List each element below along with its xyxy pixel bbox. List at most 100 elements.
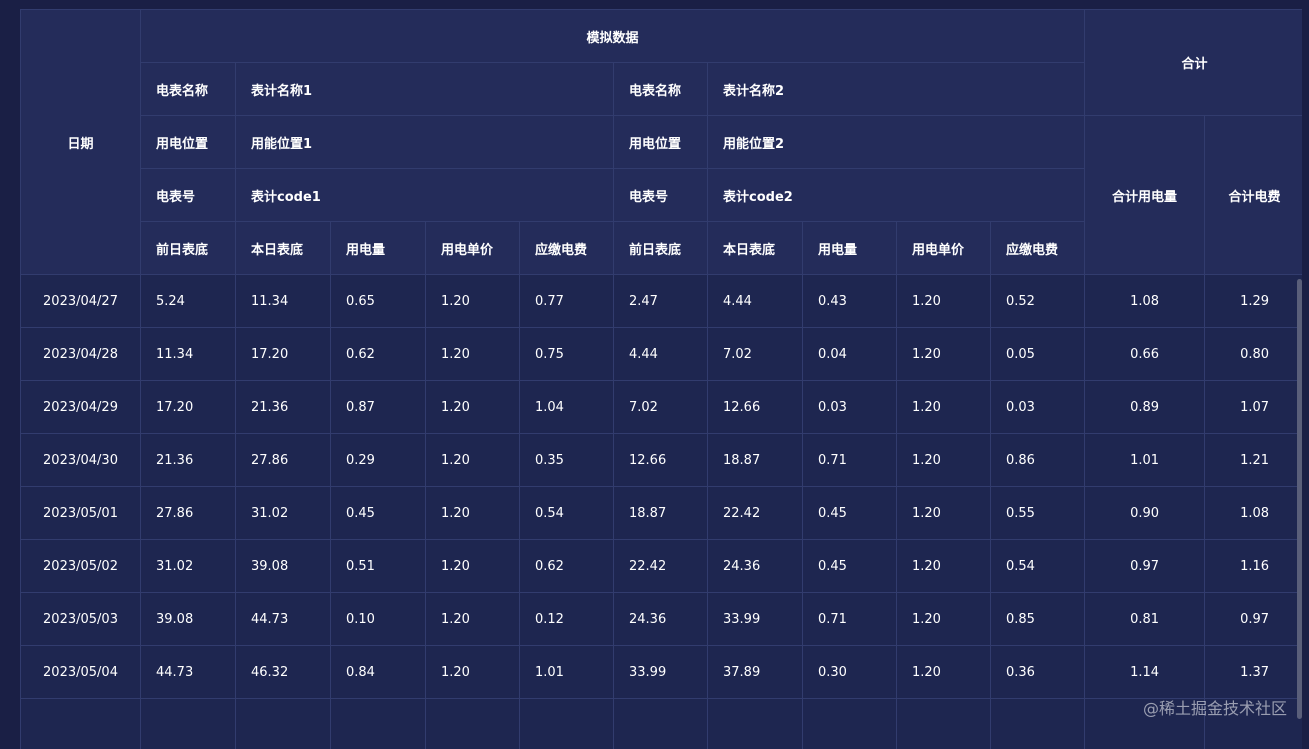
table-cell: 0.45 [331, 487, 426, 540]
table-row[interactable]: 2023/05/0444.7346.320.841.201.0133.9937.… [21, 646, 1303, 699]
table-cell: 0.66 [1085, 328, 1205, 381]
col-header: 本日表底 [236, 222, 331, 275]
table-cell: 2023/05/04 [21, 646, 141, 699]
table-row[interactable] [21, 699, 1303, 749]
table-cell: 1.20 [897, 593, 991, 646]
table-cell: 0.35 [520, 434, 614, 487]
table-cell: 1.20 [426, 275, 520, 328]
table-cell: 1.16 [1205, 540, 1302, 593]
table-cell: 1.20 [426, 434, 520, 487]
table-body: 2023/04/275.2411.340.651.200.772.474.440… [21, 275, 1303, 749]
table-cell [708, 699, 803, 749]
table-row[interactable]: 2023/04/3021.3627.860.291.200.3512.6618.… [21, 434, 1303, 487]
table-cell: 1.08 [1085, 275, 1205, 328]
table-row[interactable]: 2023/04/2811.3417.200.621.200.754.447.02… [21, 328, 1303, 381]
table-cell: 1.08 [1205, 487, 1302, 540]
table-cell: 7.02 [614, 381, 708, 434]
table-cell: 2023/04/30 [21, 434, 141, 487]
table-cell [331, 699, 426, 749]
table-cell: 1.20 [897, 328, 991, 381]
table-row[interactable]: 2023/04/2917.2021.360.871.201.047.0212.6… [21, 381, 1303, 434]
table-cell [236, 699, 331, 749]
table-cell: 11.34 [236, 275, 331, 328]
meter1-name-value: 表计名称1 [236, 63, 614, 116]
table-cell [803, 699, 897, 749]
table-cell: 46.32 [236, 646, 331, 699]
table-cell: 21.36 [236, 381, 331, 434]
table-cell: 5.24 [141, 275, 236, 328]
table-cell: 0.97 [1205, 593, 1302, 646]
table-cell: 0.65 [331, 275, 426, 328]
table-cell: 27.86 [141, 487, 236, 540]
table-cell: 27.86 [236, 434, 331, 487]
table-cell [614, 699, 708, 749]
table-header: 日期 模拟数据 合计 电表名称 表计名称1 电表名称 表计名称2 用电位置 用能… [21, 10, 1303, 275]
meter1-number-label: 电表号 [141, 169, 236, 222]
meter1-position-value: 用能位置1 [236, 116, 614, 169]
col-header: 用电单价 [897, 222, 991, 275]
meter1-name-label: 电表名称 [141, 63, 236, 116]
table-cell [520, 699, 614, 749]
table-cell: 1.20 [897, 275, 991, 328]
table-cell: 0.03 [991, 381, 1085, 434]
meter1-number-value: 表计code1 [236, 169, 614, 222]
header-total-title: 合计 [1085, 10, 1302, 116]
table-row[interactable]: 2023/05/0339.0844.730.101.200.1224.3633.… [21, 593, 1303, 646]
vertical-scrollbar[interactable] [1297, 279, 1302, 719]
table-cell [991, 699, 1085, 749]
table-cell [426, 699, 520, 749]
table-cell: 0.45 [803, 540, 897, 593]
table-cell: 1.20 [426, 328, 520, 381]
table-cell: 0.05 [991, 328, 1085, 381]
table-cell: 1.20 [426, 487, 520, 540]
meter2-position-value: 用能位置2 [708, 116, 1085, 169]
table-row[interactable]: 2023/05/0231.0239.080.511.200.6222.4224.… [21, 540, 1303, 593]
table-cell: 1.37 [1205, 646, 1302, 699]
meter2-position-label: 用电位置 [614, 116, 708, 169]
table-cell: 1.20 [426, 381, 520, 434]
table-cell: 1.20 [897, 487, 991, 540]
table-cell: 17.20 [141, 381, 236, 434]
table-row[interactable]: 2023/05/0127.8631.020.451.200.5418.8722.… [21, 487, 1303, 540]
table-cell: 1.01 [1085, 434, 1205, 487]
table-cell: 31.02 [141, 540, 236, 593]
table-cell: 1.20 [897, 434, 991, 487]
table-cell: 0.54 [991, 540, 1085, 593]
header-date: 日期 [21, 10, 141, 275]
table-cell: 1.20 [426, 593, 520, 646]
table-cell: 0.55 [991, 487, 1085, 540]
table-cell: 0.54 [520, 487, 614, 540]
table-cell: 22.42 [708, 487, 803, 540]
table-cell: 22.42 [614, 540, 708, 593]
table-cell: 0.84 [331, 646, 426, 699]
table-cell: 0.71 [803, 434, 897, 487]
table-cell: 33.99 [708, 593, 803, 646]
table-cell: 2023/05/01 [21, 487, 141, 540]
table-cell: 1.29 [1205, 275, 1302, 328]
table-cell: 0.71 [803, 593, 897, 646]
table-cell: 0.45 [803, 487, 897, 540]
col-header: 用电单价 [426, 222, 520, 275]
table-cell: 11.34 [141, 328, 236, 381]
table-cell: 44.73 [236, 593, 331, 646]
table-cell: 0.77 [520, 275, 614, 328]
table-cell: 1.20 [426, 646, 520, 699]
table-cell: 1.14 [1085, 646, 1205, 699]
table-cell: 2023/05/03 [21, 593, 141, 646]
header-total-fee: 合计电费 [1205, 116, 1302, 275]
table-cell: 39.08 [236, 540, 331, 593]
meter1-position-label: 用电位置 [141, 116, 236, 169]
table-cell: 37.89 [708, 646, 803, 699]
table-cell: 0.87 [331, 381, 426, 434]
table-cell: 1.20 [897, 646, 991, 699]
table-cell: 24.36 [708, 540, 803, 593]
table-cell: 31.02 [236, 487, 331, 540]
table-cell: 0.81 [1085, 593, 1205, 646]
table-cell: 21.36 [141, 434, 236, 487]
table-cell: 0.30 [803, 646, 897, 699]
col-header: 应缴电费 [991, 222, 1085, 275]
table-row[interactable]: 2023/04/275.2411.340.651.200.772.474.440… [21, 275, 1303, 328]
table-cell: 0.10 [331, 593, 426, 646]
table-cell: 0.85 [991, 593, 1085, 646]
col-header: 用电量 [331, 222, 426, 275]
